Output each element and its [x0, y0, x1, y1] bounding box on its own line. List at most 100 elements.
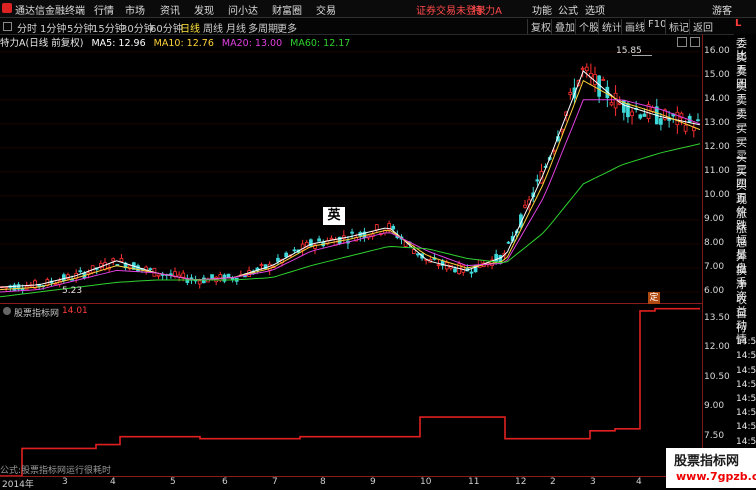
tool-biaoji[interactable]: 标记 [665, 19, 689, 34]
period-more[interactable]: 更多 [277, 20, 297, 35]
candle-body [156, 274, 161, 277]
time-tick-label: 10 [420, 477, 432, 487]
candle-body [523, 204, 527, 208]
candle-body [226, 273, 231, 278]
candle-body [506, 241, 511, 244]
candle-body [350, 231, 354, 234]
period-daily[interactable]: 日线 [180, 20, 200, 35]
candle-body [276, 257, 280, 262]
period-toolbar: 分时 1分钟 5分钟 15分钟 30分钟 60分钟 日线 周线 月线 多周期 更… [0, 18, 756, 35]
price-tick-label: 7.00 [704, 261, 725, 272]
chart-settings-icon[interactable] [677, 37, 687, 47]
candle-body [259, 264, 264, 266]
period-1min[interactable]: 1分钟 [40, 20, 66, 35]
formula-status: 公式:股票指标网运行很耗时 [0, 466, 112, 476]
period-5min[interactable]: 5分钟 [67, 20, 93, 35]
app-title: 通达信金融终端 [15, 6, 85, 17]
tag-ding[interactable]: 定 [648, 292, 660, 304]
time-tick-label: 4 [110, 477, 116, 487]
time-tick-label: 5 [170, 477, 176, 487]
side-panel-item[interactable]: 14:50 [736, 436, 756, 448]
time-tick-label: 3 [590, 477, 596, 487]
tool-tongji[interactable]: 统计 [598, 19, 622, 34]
indicator-chart[interactable] [0, 305, 702, 476]
side-panel-item[interactable]: 14:50 [736, 421, 756, 433]
candle-body [453, 268, 457, 273]
kline-chart[interactable] [0, 47, 702, 304]
time-tick-label: 2 [550, 477, 556, 487]
side-panel-toggle[interactable]: L [735, 18, 741, 29]
time-tick-label: 8 [320, 477, 326, 487]
candle-body [61, 274, 66, 282]
candle-body [119, 257, 124, 262]
high-price-label: 15.85 [616, 46, 642, 56]
period-30min[interactable]: 30分钟 [121, 20, 154, 35]
candle-body [20, 288, 25, 291]
ma-line-ma5 [0, 70, 701, 288]
menu-item-faxian[interactable]: 发现 [194, 2, 214, 17]
price-tick-label: 11.00 [704, 165, 730, 176]
candle-body [78, 270, 83, 273]
candle-body [609, 102, 614, 106]
menu-item-shichang[interactable]: 市场 [125, 2, 145, 17]
candle-body [148, 268, 153, 271]
candle-body [391, 225, 396, 230]
period-multi[interactable]: 多周期 [248, 20, 278, 35]
candle-body [638, 114, 643, 119]
menu-bar: 通达信金融终端 行情 市场 资讯 发现 问小达 财富圈 交易 证券交易未登录 特… [0, 0, 756, 18]
period-weekly[interactable]: 周线 [203, 20, 223, 35]
tool-f10[interactable]: F10 [644, 19, 666, 30]
menu-item-wenxiaoda[interactable]: 问小达 [228, 2, 258, 17]
candle-body [630, 111, 634, 117]
candle-body [584, 66, 589, 71]
side-panel-item[interactable]: 14:50 [736, 379, 756, 391]
price-tick-label: 16.00 [704, 45, 730, 56]
candle-body [416, 253, 420, 256]
price-axis-labels: 16.00 15.00 14.00 13.00 12.00 11.00 10.00 9.00 8… [704, 0, 734, 487]
low-price-label: 5.23 [62, 286, 83, 296]
menu-item-zixun[interactable]: 资讯 [160, 2, 180, 17]
candle-body [469, 271, 474, 274]
time-tick-label: 2014年 [2, 480, 34, 490]
chart-maximize-icon[interactable] [690, 37, 700, 47]
menu-item-caifuquan[interactable]: 财富圈 [272, 2, 302, 17]
time-tick-label: 4 [636, 477, 642, 487]
side-panel-item[interactable]: 14:50 [736, 407, 756, 419]
watermark-logo: 股票指标网 www.7gpzb.com [666, 448, 756, 488]
candle-body [659, 118, 663, 125]
candle-body [675, 111, 680, 126]
candle-body [580, 67, 585, 70]
candle-body [214, 276, 219, 283]
period-fenshi[interactable]: 分时 [17, 20, 37, 35]
side-panel-item[interactable]: 14:50 [736, 393, 756, 405]
candle-body [181, 272, 186, 278]
tool-gegu[interactable]: 个股 [575, 19, 599, 34]
side-panel-item[interactable]: 14:50 [736, 365, 756, 377]
tool-fuquan[interactable]: 复权 [527, 19, 551, 34]
layout-toggle-icon[interactable] [3, 22, 12, 31]
menu-item-xuanxiang[interactable]: 选项 [585, 2, 605, 17]
menu-item-hangqing[interactable]: 行情 [94, 2, 114, 17]
side-panel-item[interactable]: 14:50 [736, 350, 756, 362]
menu-item-gongneng[interactable]: 功能 [532, 2, 552, 17]
price-tick-label: 13.00 [704, 117, 730, 128]
candle-body [568, 91, 573, 96]
time-tick-label: 6 [222, 477, 228, 487]
side-panel-item[interactable]: 14:50 [736, 336, 756, 348]
candle-body [374, 224, 379, 231]
ma-header: 特力A(日线 前复权) MA5: 12.96 MA10: 12.76 MA20:… [0, 35, 355, 49]
period-15min[interactable]: 15分钟 [92, 20, 125, 35]
tool-huaxian[interactable]: 画线 [621, 19, 645, 34]
price-tick-label: 8.00 [704, 237, 725, 248]
current-stock-name: 特 力A [472, 6, 503, 17]
menu-item-gongshi[interactable]: 公式 [558, 2, 578, 17]
tag-ying[interactable]: 英 [323, 207, 345, 225]
period-monthly[interactable]: 月线 [226, 20, 246, 35]
menu-item-jiaoyi[interactable]: 交易 [316, 2, 336, 17]
candle-body [696, 119, 700, 122]
period-60min[interactable]: 60分钟 [150, 20, 183, 35]
candle-body [642, 113, 647, 117]
candle-body [601, 79, 606, 81]
tool-diejia[interactable]: 叠加 [551, 19, 575, 34]
price-tick-label: 10.00 [704, 189, 730, 200]
